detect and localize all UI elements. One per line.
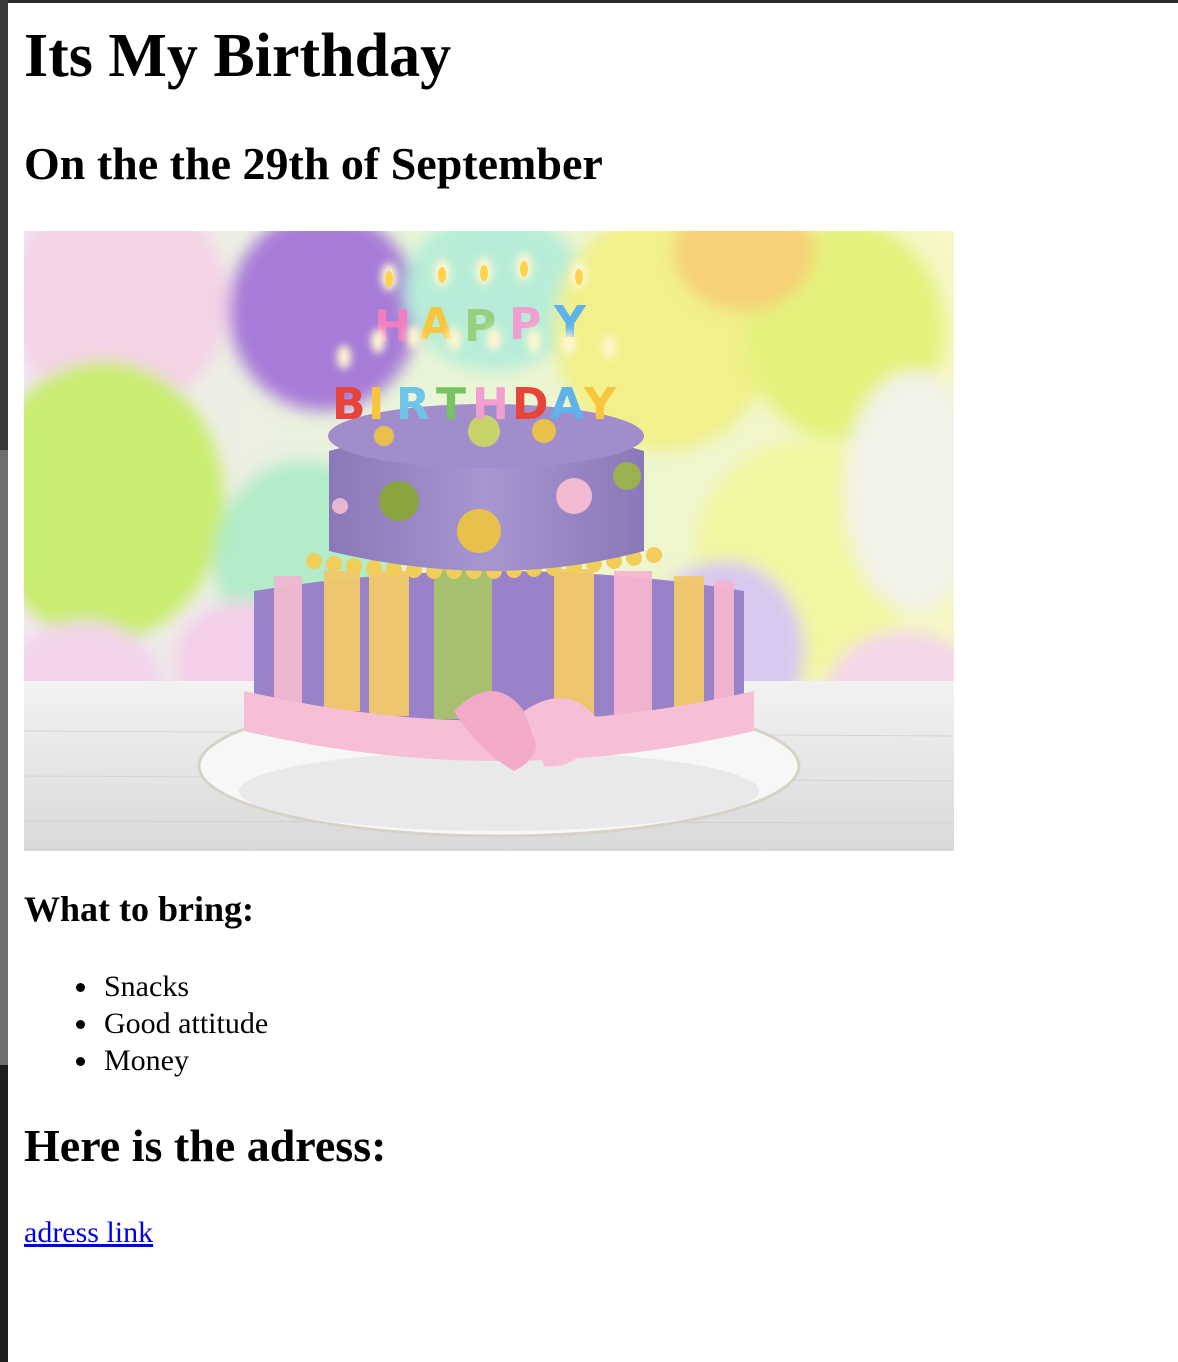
window-left-border [0, 0, 8, 1362]
candle-letter: T [436, 379, 466, 430]
list-item: Good attitude [24, 1005, 268, 1042]
list-item: Snacks [24, 968, 268, 1005]
address-heading: Here is the adress: [24, 1120, 387, 1171]
candle-letter: B [332, 379, 366, 430]
list-item-label: Snacks [104, 970, 189, 1003]
list-item-label: Money [104, 1044, 189, 1077]
candle-letter: Y [583, 379, 617, 430]
candle-letter: H [472, 379, 509, 430]
candle-letter: D [512, 379, 549, 430]
list-item-label: Good attitude [104, 1007, 269, 1040]
bullet-icon [76, 983, 85, 992]
page-subtitle: On the the 29th of September [24, 138, 603, 189]
candle-letter: A [550, 379, 584, 430]
bullet-icon [76, 1020, 85, 1029]
candle-letter: R [396, 379, 430, 430]
bring-heading: What to bring: [24, 889, 255, 929]
birthday-cake-image: H A P P Y B I R T H D A Y [24, 231, 954, 851]
bring-list: Snacks Good attitude Money [24, 968, 268, 1079]
candle-letter: I [368, 379, 384, 430]
page-title: Its My Birthday [24, 22, 452, 90]
list-item: Money [24, 1042, 268, 1079]
address-link[interactable]: adress link [24, 1214, 153, 1252]
window-top-border [0, 0, 1178, 3]
bullet-icon [76, 1057, 85, 1066]
